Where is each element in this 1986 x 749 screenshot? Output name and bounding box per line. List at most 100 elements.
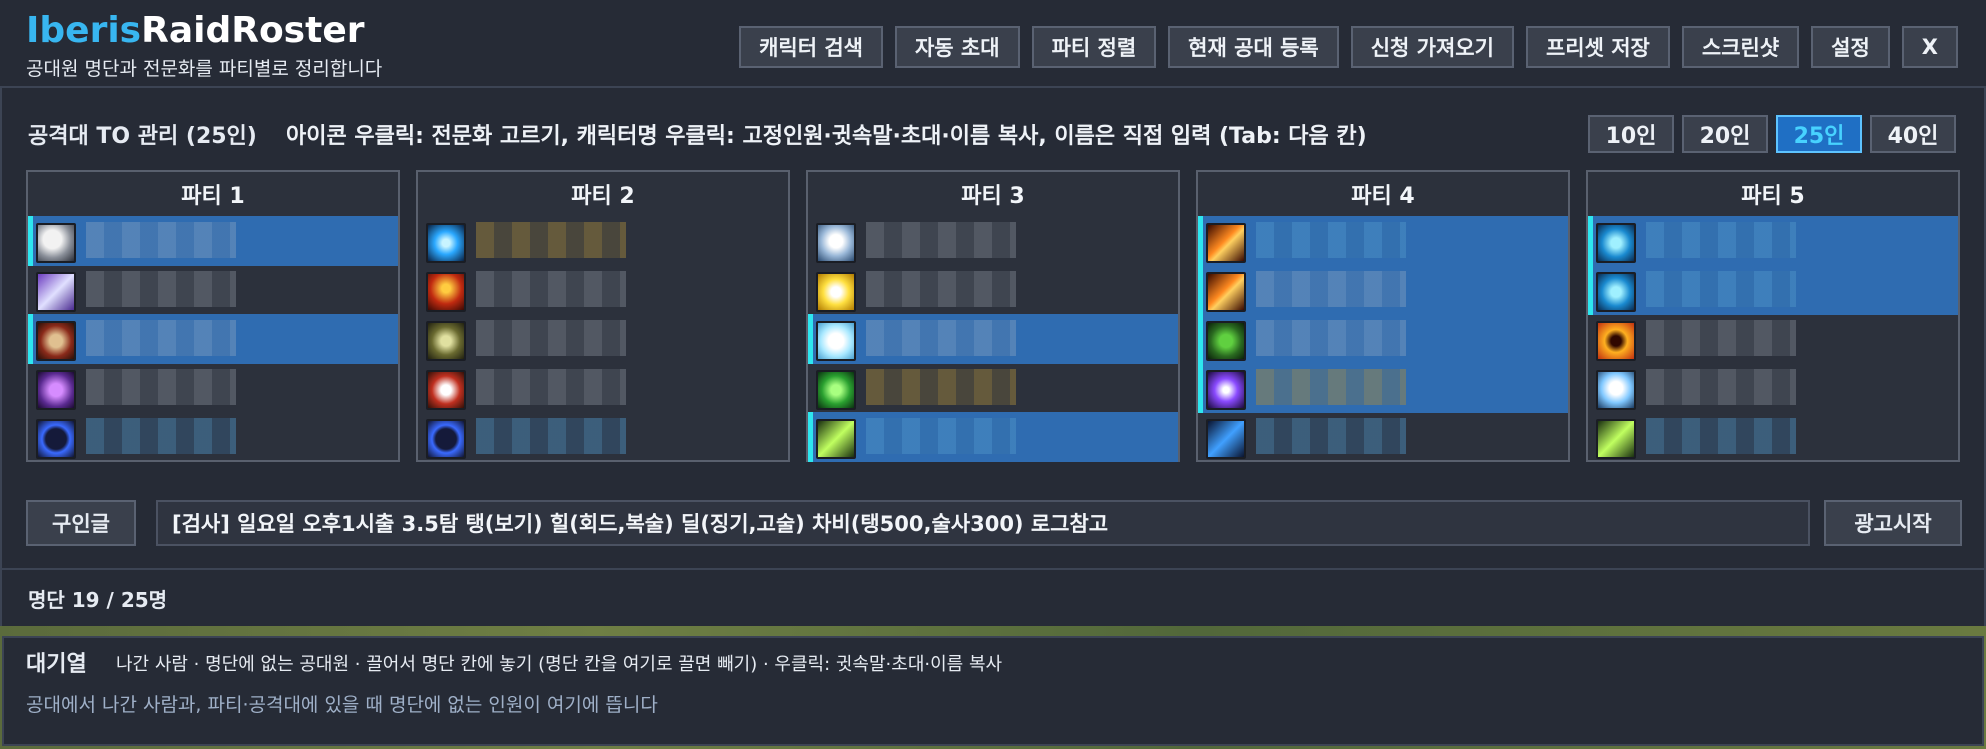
recruit-message-input[interactable]: [검사] 일요일 오후1시출 3.5탐 탱(보기) 힐(회드,복술) 딜(징기,… xyxy=(156,500,1810,546)
character-name-field[interactable] xyxy=(866,222,1016,258)
character-name-field[interactable] xyxy=(1256,222,1406,258)
app-title-part2: RaidRoster xyxy=(141,10,365,51)
party-slot[interactable] xyxy=(808,412,1178,462)
crystal-icon[interactable] xyxy=(816,321,856,361)
character-name-field[interactable] xyxy=(476,271,626,307)
waitlist-empty-text: 공대에서 나간 사람과, 파티·공격대에 있을 때 명단에 없는 인원이 여기에… xyxy=(26,694,658,716)
party-slot[interactable] xyxy=(808,265,1178,315)
character-name-field[interactable] xyxy=(1256,271,1406,307)
shield-icon[interactable] xyxy=(36,419,76,459)
register-current-raid-button[interactable]: 현재 공대 등록 xyxy=(1168,26,1339,68)
party-slot[interactable] xyxy=(1198,314,1568,364)
party-grid: 파티 1 파티 2 파티 3 파티 4 파티 5 xyxy=(26,170,1960,462)
party-slot[interactable] xyxy=(1588,363,1958,413)
settings-button[interactable]: 설정 xyxy=(1811,26,1890,68)
fist-icon[interactable] xyxy=(426,370,466,410)
party-3: 파티 3 xyxy=(806,170,1180,462)
character-name-field[interactable] xyxy=(1256,418,1406,454)
character-name-field[interactable] xyxy=(1646,271,1796,307)
character-name-field[interactable] xyxy=(476,369,626,405)
hammer-icon[interactable] xyxy=(36,370,76,410)
arcane-icon[interactable] xyxy=(1596,272,1636,312)
lightning-claw-icon[interactable] xyxy=(1596,419,1636,459)
auto-invite-button[interactable]: 자동 초대 xyxy=(894,26,1020,68)
party-slot[interactable] xyxy=(808,216,1178,266)
character-name-field[interactable] xyxy=(1646,222,1796,258)
party-slot[interactable] xyxy=(418,363,788,413)
party-slot[interactable] xyxy=(418,412,788,462)
waitlist-panel[interactable]: 대기열 나간 사람 · 명단에 없는 공대원 · 끌어서 명단 칸에 놓기 (명… xyxy=(2,636,1984,746)
recruit-label-button[interactable]: 구인글 xyxy=(26,500,136,546)
app-title: IberisRaidRoster xyxy=(26,10,365,51)
party-slot[interactable] xyxy=(1198,216,1568,266)
character-name-field[interactable] xyxy=(476,320,626,356)
character-name-field[interactable] xyxy=(476,418,626,454)
party-slot[interactable] xyxy=(418,265,788,315)
character-name-field[interactable] xyxy=(1646,369,1796,405)
character-name-field[interactable] xyxy=(86,418,236,454)
fire-icon[interactable] xyxy=(1206,272,1246,312)
totem-icon[interactable] xyxy=(426,321,466,361)
holy-shield-icon[interactable] xyxy=(816,223,856,263)
party-slot[interactable] xyxy=(28,216,398,266)
lightning-icon[interactable] xyxy=(1206,419,1246,459)
roster-bar: 명단 19 / 25명 xyxy=(0,570,1986,626)
arcane-icon[interactable] xyxy=(1596,223,1636,263)
party-slot[interactable] xyxy=(1588,216,1958,266)
party-slot[interactable] xyxy=(418,216,788,266)
character-name-field[interactable] xyxy=(86,320,236,356)
skull-icon[interactable] xyxy=(1596,321,1636,361)
character-name-field[interactable] xyxy=(476,222,626,258)
party-slot[interactable] xyxy=(1198,265,1568,315)
party-slot[interactable] xyxy=(28,412,398,462)
party-slot[interactable] xyxy=(808,363,1178,413)
character-name-field[interactable] xyxy=(1256,320,1406,356)
leaf-icon[interactable] xyxy=(816,370,856,410)
size-10-button[interactable]: 10인 xyxy=(1588,115,1674,153)
party-slot[interactable] xyxy=(418,314,788,364)
size-25-button[interactable]: 25인 xyxy=(1776,115,1862,153)
character-name-field[interactable] xyxy=(86,271,236,307)
recruit-row: 구인글 [검사] 일요일 오후1시출 3.5탐 탱(보기) 힐(회드,복술) 딜… xyxy=(26,500,1964,546)
warrior-axe-icon[interactable] xyxy=(36,321,76,361)
party-slot[interactable] xyxy=(1588,265,1958,315)
start-ad-button[interactable]: 광고시작 xyxy=(1824,500,1962,546)
party-slot[interactable] xyxy=(28,363,398,413)
party-slot[interactable] xyxy=(28,265,398,315)
party-slot[interactable] xyxy=(1198,412,1568,462)
character-name-field[interactable] xyxy=(866,271,1016,307)
party-slot[interactable] xyxy=(28,314,398,364)
character-name-field[interactable] xyxy=(1646,320,1796,356)
party-slot[interactable] xyxy=(808,314,1178,364)
character-name-field[interactable] xyxy=(866,320,1016,356)
beast-icon[interactable] xyxy=(1206,321,1246,361)
frost-orb-icon[interactable] xyxy=(426,223,466,263)
character-search-button[interactable]: 캐릭터 검색 xyxy=(739,26,883,68)
character-name-field[interactable] xyxy=(86,369,236,405)
shield-warrior-icon[interactable] xyxy=(36,223,76,263)
app-window: IberisRaidRoster 공대원 명단과 전문화를 파티별로 정리합니다… xyxy=(0,0,1986,749)
party-sort-button[interactable]: 파티 정렬 xyxy=(1031,26,1157,68)
screenshot-button[interactable]: 스크린샷 xyxy=(1681,26,1800,68)
character-name-field[interactable] xyxy=(866,369,1016,405)
shield-icon[interactable] xyxy=(426,419,466,459)
close-button[interactable]: X xyxy=(1901,26,1958,68)
lightning-claw-icon[interactable] xyxy=(816,419,856,459)
save-preset-button[interactable]: 프리셋 저장 xyxy=(1525,26,1670,68)
paladin-icon[interactable] xyxy=(36,272,76,312)
party-slot[interactable] xyxy=(1198,363,1568,413)
size-20-button[interactable]: 20인 xyxy=(1682,115,1768,153)
holy-light-icon[interactable] xyxy=(816,272,856,312)
character-name-field[interactable] xyxy=(86,222,236,258)
fire-icon[interactable] xyxy=(1206,223,1246,263)
party-slot[interactable] xyxy=(1588,412,1958,462)
demon-icon[interactable] xyxy=(426,272,466,312)
character-name-field[interactable] xyxy=(866,418,1016,454)
ghost-icon[interactable] xyxy=(1596,370,1636,410)
character-name-field[interactable] xyxy=(1256,369,1406,405)
import-applications-button[interactable]: 신청 가져오기 xyxy=(1350,26,1514,68)
party-slot[interactable] xyxy=(1588,314,1958,364)
shadow-icon[interactable] xyxy=(1206,370,1246,410)
size-40-button[interactable]: 40인 xyxy=(1870,115,1956,153)
character-name-field[interactable] xyxy=(1646,418,1796,454)
